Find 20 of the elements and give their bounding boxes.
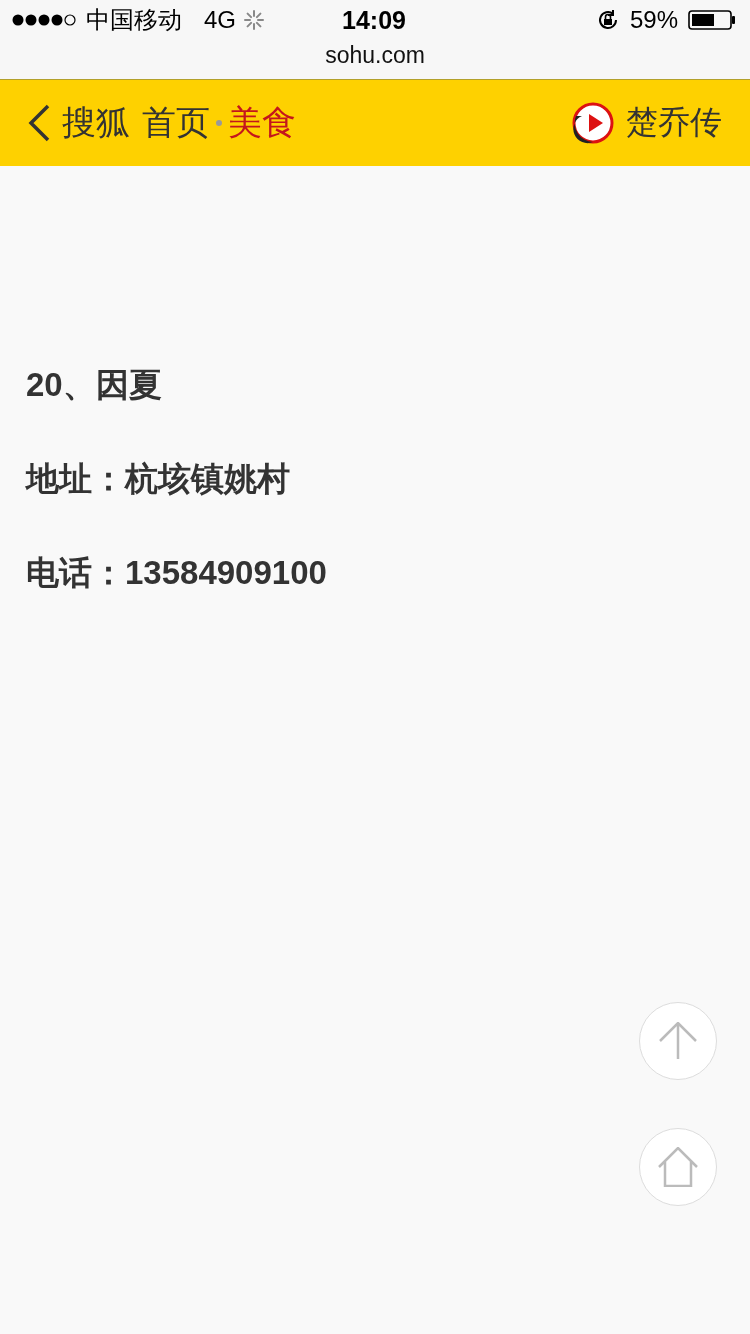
play-logo-icon xyxy=(572,102,614,144)
site-logo-link[interactable]: 搜狐 xyxy=(62,100,130,146)
page-url: sohu.com xyxy=(325,41,425,69)
article-paragraph: 20、因夏 xyxy=(26,365,163,405)
carrier-name: 中国移动 xyxy=(86,5,182,35)
article-paragraph: 电话：13584909100 xyxy=(26,553,328,593)
up-arrow-icon xyxy=(658,1022,698,1060)
back-chevron-icon[interactable] xyxy=(28,104,50,142)
home-icon xyxy=(657,1147,699,1187)
article-paragraph: 地址：杭垓镇姚村 xyxy=(26,459,291,499)
signal-icon xyxy=(12,13,78,27)
separator-dot xyxy=(216,120,222,126)
network-type: 4G xyxy=(204,6,236,34)
status-time: 14:09 xyxy=(342,5,406,35)
home-link[interactable]: 首页 xyxy=(142,100,210,146)
battery-icon xyxy=(688,10,736,30)
promo-link[interactable]: 楚乔传 xyxy=(572,101,722,145)
battery-percent: 59% xyxy=(629,6,678,34)
channel-link[interactable]: 美食 xyxy=(228,100,296,146)
loading-spinner-icon xyxy=(244,10,264,30)
